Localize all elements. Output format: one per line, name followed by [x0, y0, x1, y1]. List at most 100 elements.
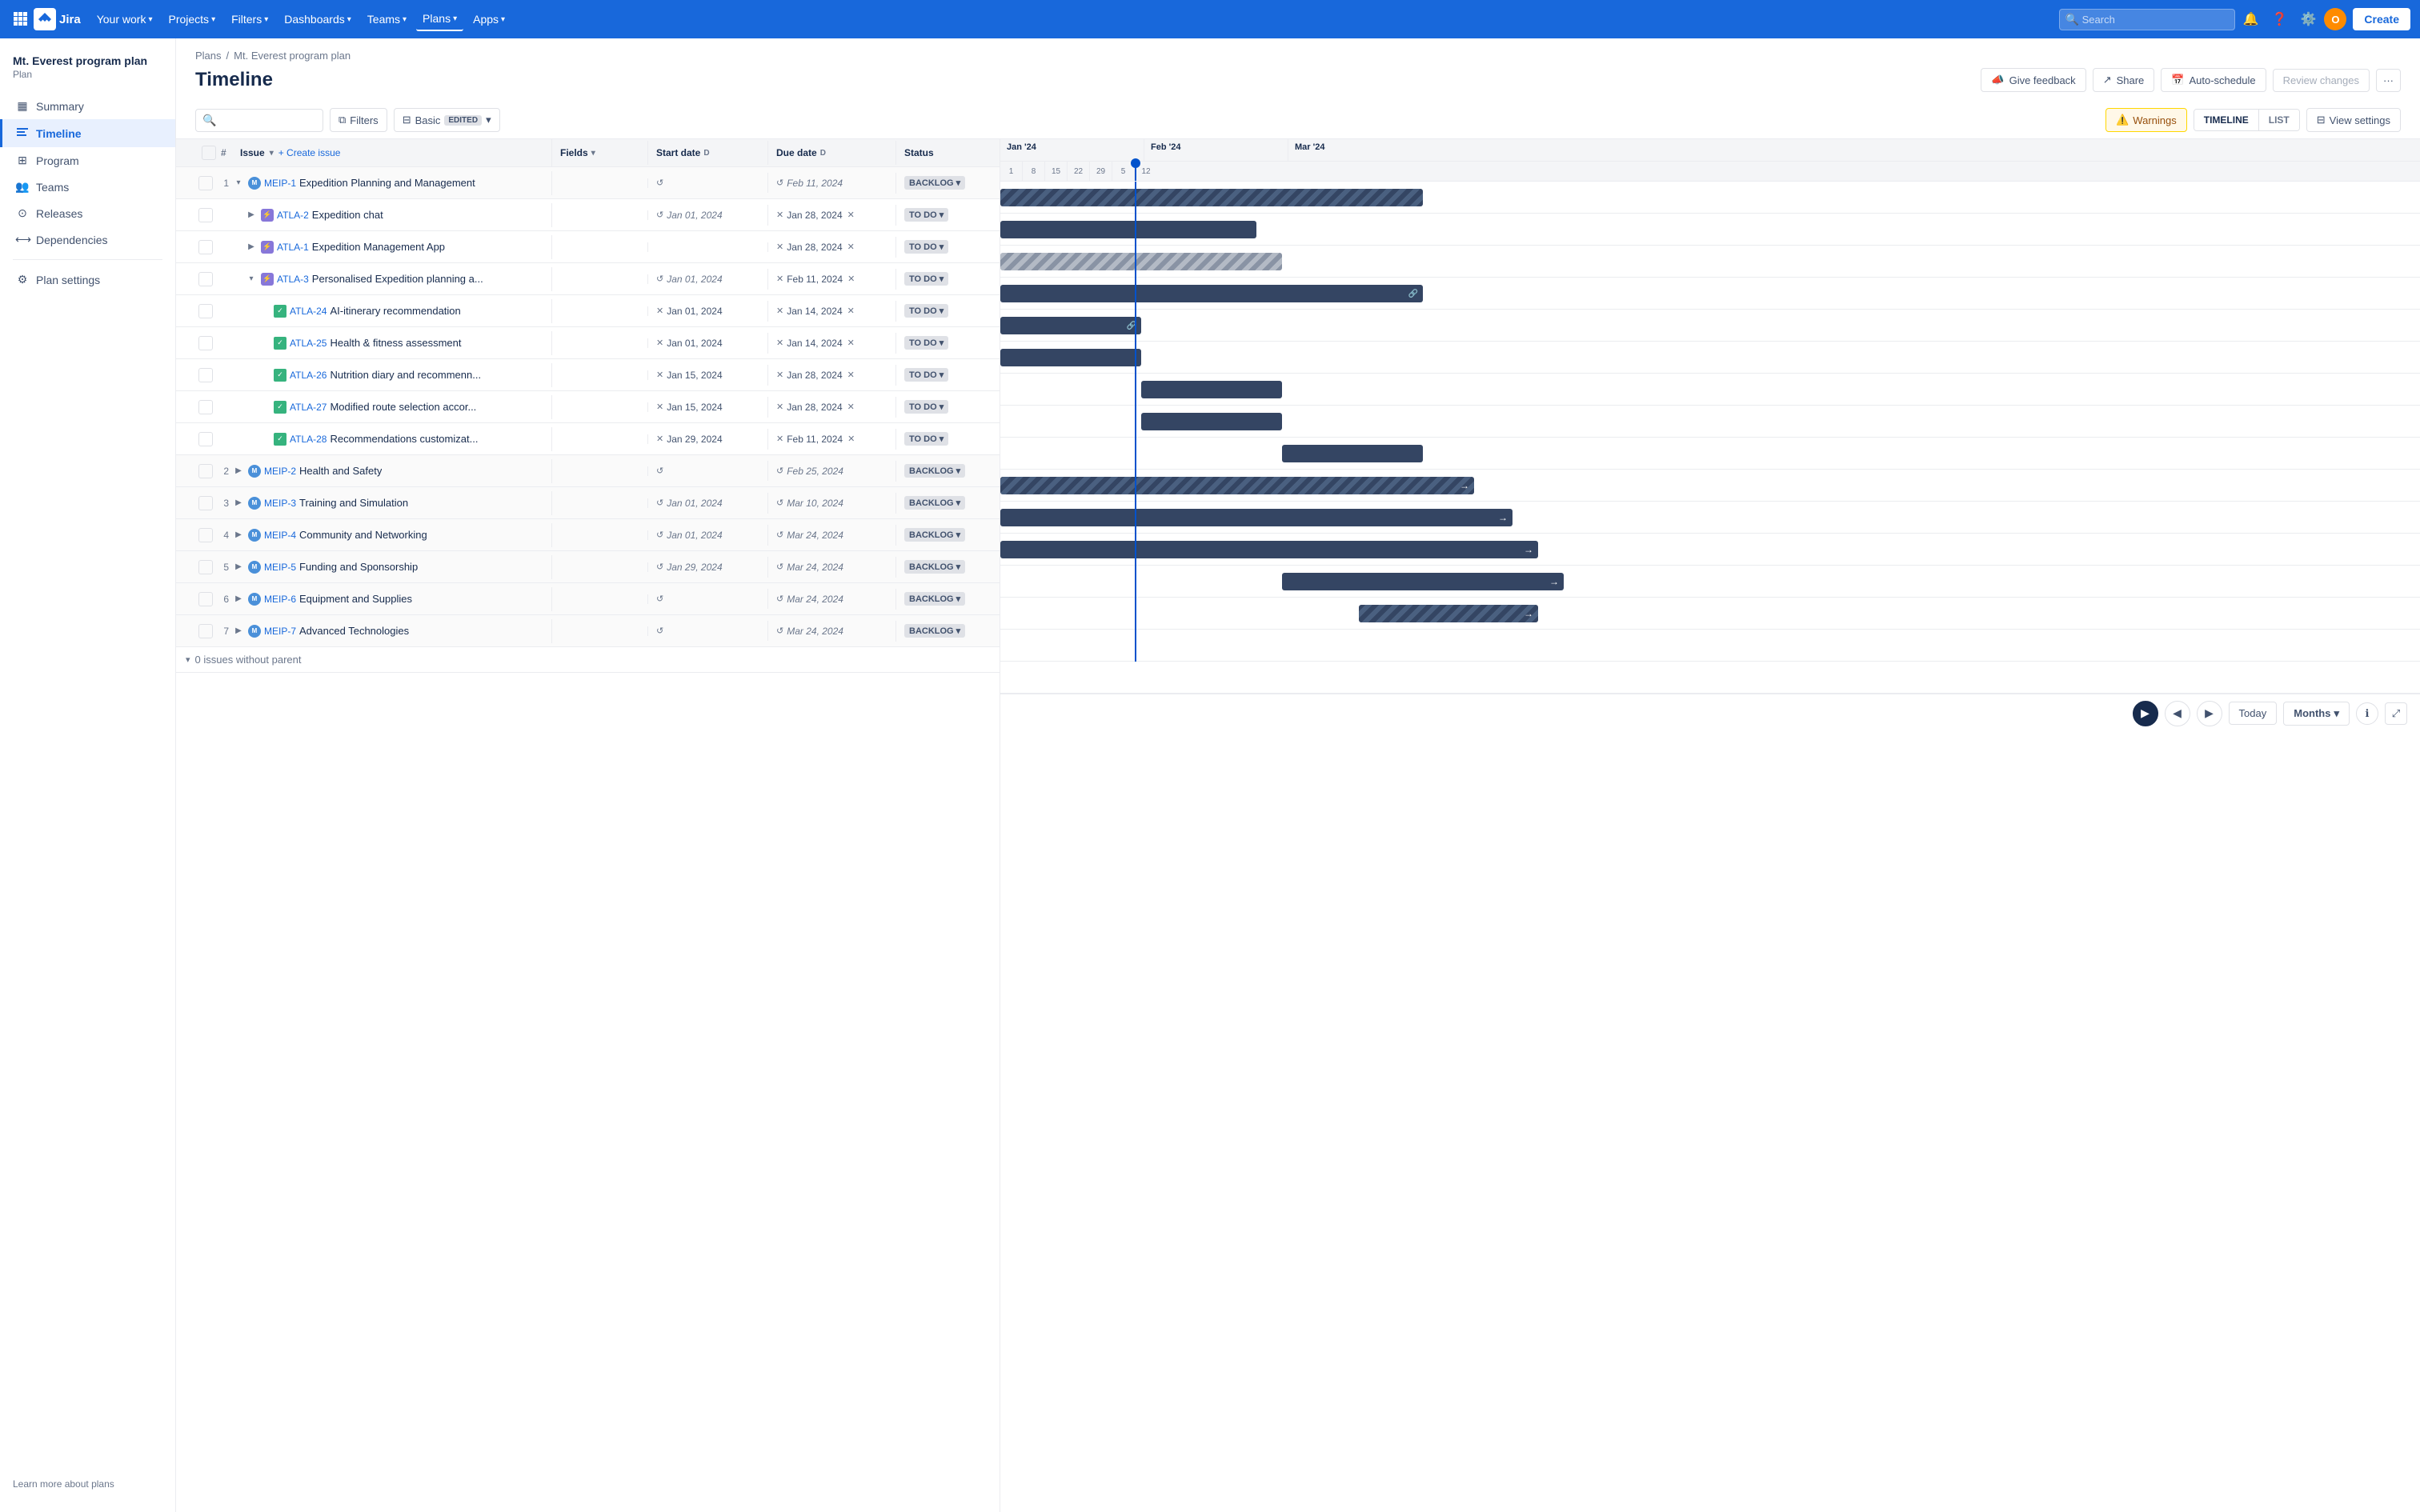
sidebar-item-summary[interactable]: ▦ Summary [0, 93, 175, 119]
status-badge[interactable]: TO DO ▾ [904, 304, 948, 318]
sidebar-item-teams[interactable]: 👥 Teams [0, 174, 175, 200]
info-button[interactable]: ℹ [2356, 702, 2378, 725]
give-feedback-button[interactable]: 📣 Give feedback [1981, 68, 2085, 92]
more-options-button[interactable]: ··· [2376, 69, 2401, 92]
row-checkbox[interactable] [198, 464, 213, 478]
basic-filter-button[interactable]: ⊟ Basic EDITED ▾ [394, 108, 500, 132]
gantt-bar[interactable]: → [1282, 573, 1564, 590]
issue-key[interactable]: ATLA-24 [290, 306, 327, 317]
gantt-bar[interactable] [1000, 349, 1141, 366]
sidebar-item-dependencies[interactable]: ⟷ Dependencies [0, 226, 175, 253]
issue-key[interactable]: ATLA-25 [290, 338, 327, 349]
gantt-bar[interactable]: → [1359, 605, 1538, 622]
notifications-icon[interactable]: 🔔 [2238, 8, 2264, 30]
row-checkbox[interactable] [198, 272, 213, 286]
sidebar-item-timeline[interactable]: Timeline [0, 119, 175, 147]
clear-due-date-button[interactable]: ✕ [847, 274, 855, 284]
status-badge[interactable]: TO DO ▾ [904, 400, 948, 414]
issue-key[interactable]: MEIP-6 [264, 594, 296, 605]
nav-plans[interactable]: Plans ▾ [416, 7, 463, 31]
today-button[interactable]: Today [2229, 702, 2278, 725]
months-button[interactable]: Months ▾ [2283, 702, 2350, 726]
issue-search-box[interactable]: 🔍 [195, 109, 323, 132]
gantt-bar[interactable]: → [1000, 509, 1512, 526]
nav-filters[interactable]: Filters ▾ [225, 8, 274, 30]
nav-apps[interactable]: Apps ▾ [467, 8, 511, 30]
gantt-forward-button[interactable]: ▶ [2133, 701, 2158, 726]
col-fields-header[interactable]: Fields ▾ [552, 141, 648, 165]
gantt-bar[interactable] [1282, 445, 1423, 462]
gantt-bar[interactable] [1000, 189, 1423, 206]
status-badge[interactable]: BACKLOG ▾ [904, 592, 965, 606]
gantt-bar[interactable] [1000, 221, 1256, 238]
expand-button[interactable]: ▶ [232, 465, 245, 478]
status-badge[interactable]: BACKLOG ▾ [904, 528, 965, 542]
row-checkbox[interactable] [198, 304, 213, 318]
issue-key[interactable]: ATLA-26 [290, 370, 327, 381]
clear-due-date-button[interactable]: ✕ [847, 402, 855, 412]
expand-button[interactable] [258, 401, 270, 414]
filters-button[interactable]: ⧉ Filters [330, 108, 387, 132]
nav-teams[interactable]: Teams ▾ [361, 8, 413, 30]
issue-key[interactable]: MEIP-5 [264, 562, 296, 573]
select-all-checkbox[interactable] [202, 146, 216, 160]
search-input[interactable] [2059, 9, 2235, 30]
jira-logo[interactable]: Jira [34, 8, 81, 30]
create-button[interactable]: Create [2353, 8, 2410, 30]
clear-due-date-button[interactable]: ✕ [847, 370, 855, 380]
timeline-view-button[interactable]: TIMELINE [2194, 110, 2259, 130]
learn-more-link[interactable]: Learn more about plans [13, 1478, 114, 1490]
issue-key[interactable]: MEIP-4 [264, 530, 296, 541]
expand-button[interactable]: ▶ [245, 241, 258, 254]
settings-icon[interactable]: ⚙️ [2295, 8, 2321, 30]
issue-key[interactable]: ATLA-27 [290, 402, 327, 413]
row-checkbox[interactable] [198, 208, 213, 222]
no-parent-row[interactable]: ▾ 0 issues without parent [176, 647, 1000, 673]
warnings-button[interactable]: ⚠️ Warnings [2105, 108, 2187, 132]
issue-key[interactable]: ATLA-28 [290, 434, 327, 445]
row-checkbox[interactable] [198, 592, 213, 606]
status-badge[interactable]: TO DO ▾ [904, 208, 948, 222]
issue-key[interactable]: MEIP-3 [264, 498, 296, 509]
status-badge[interactable]: BACKLOG ▾ [904, 464, 965, 478]
expand-all-button[interactable]: ⤢ [2385, 702, 2407, 725]
expand-button[interactable]: ▶ [232, 497, 245, 510]
avatar[interactable]: O [2324, 8, 2346, 30]
issue-key[interactable]: MEIP-2 [264, 466, 296, 477]
view-settings-button[interactable]: ⊟ View settings [2306, 108, 2401, 132]
expand-button[interactable]: ▾ [245, 273, 258, 286]
status-badge[interactable]: TO DO ▾ [904, 368, 948, 382]
share-button[interactable]: ↗ Share [2093, 68, 2155, 92]
create-issue-button[interactable]: + Create issue [278, 147, 341, 158]
gantt-bar[interactable]: → [1000, 477, 1474, 494]
status-badge[interactable]: BACKLOG ▾ [904, 176, 965, 190]
row-checkbox[interactable] [198, 336, 213, 350]
nav-dashboards[interactable]: Dashboards ▾ [278, 8, 358, 30]
col-issue-header[interactable]: # Issue ▾ + Create issue [192, 139, 552, 166]
breadcrumb-plans[interactable]: Plans [195, 50, 222, 62]
gantt-bar[interactable]: → [1000, 541, 1538, 558]
status-badge[interactable]: TO DO ▾ [904, 240, 948, 254]
clear-due-date-button[interactable]: ✕ [847, 306, 855, 316]
expand-button[interactable]: ▶ [232, 529, 245, 542]
sidebar-item-program[interactable]: ⊞ Program [0, 147, 175, 174]
issue-key[interactable]: MEIP-7 [264, 626, 296, 637]
clear-due-date-button[interactable]: ✕ [847, 434, 855, 444]
expand-button[interactable]: ▶ [232, 561, 245, 574]
clear-due-date-button[interactable]: ✕ [847, 338, 855, 348]
list-view-button[interactable]: LIST [2259, 110, 2299, 130]
row-checkbox[interactable] [198, 400, 213, 414]
auto-schedule-button[interactable]: 📅 Auto-schedule [2161, 68, 2266, 92]
gantt-next-button[interactable]: ▶ [2197, 701, 2222, 726]
gantt-bar[interactable] [1141, 413, 1282, 430]
sidebar-item-plan-settings[interactable]: ⚙ Plan settings [0, 266, 175, 293]
row-checkbox[interactable] [198, 240, 213, 254]
help-icon[interactable]: ❓ [2267, 8, 2293, 30]
gantt-prev-button[interactable]: ◀ [2165, 701, 2190, 726]
clear-due-date-button[interactable]: ✕ [847, 242, 855, 252]
expand-button[interactable]: ▶ [245, 209, 258, 222]
gantt-bar[interactable] [1000, 253, 1282, 270]
gantt-bar[interactable] [1141, 381, 1282, 398]
issue-key[interactable]: ATLA-1 [277, 242, 309, 253]
issue-key[interactable]: ATLA-3 [277, 274, 309, 285]
